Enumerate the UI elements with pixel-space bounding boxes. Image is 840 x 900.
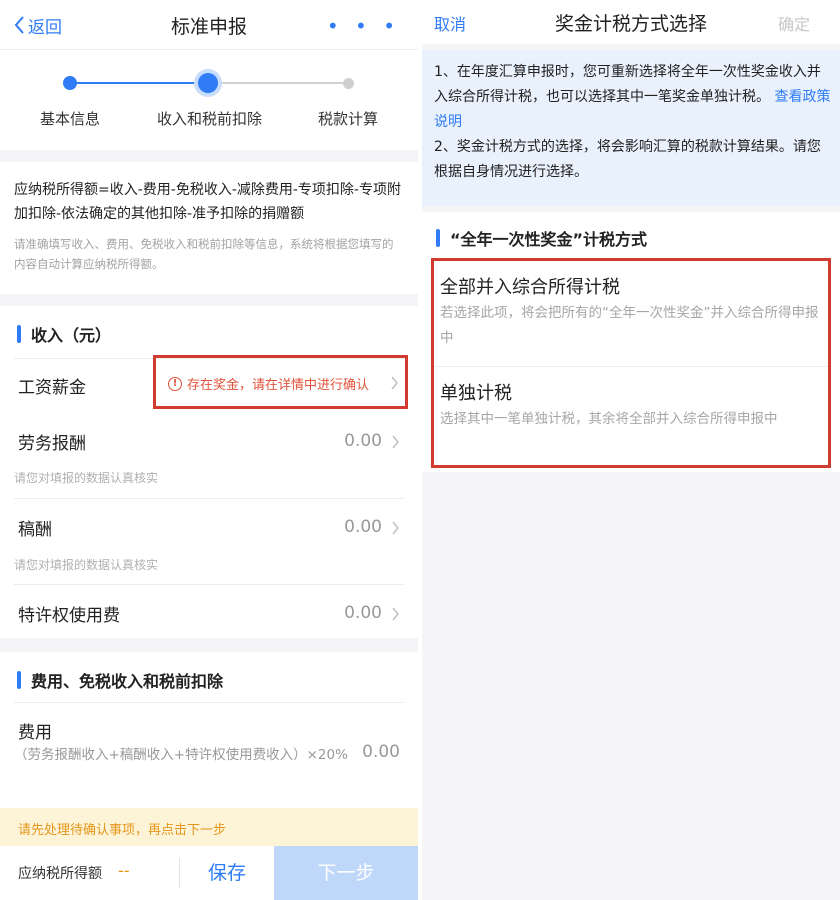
tax-method-title-text: “全年一次性奖金”计税方式	[450, 230, 648, 249]
section-marker	[436, 229, 440, 247]
step-track-done	[70, 82, 208, 84]
option-merge-all[interactable]: 全部并入综合所得计税 若选择此项，将会把所有的“全年一次性奖金”并入综合所得申报…	[434, 261, 828, 366]
income-row-labor[interactable]: 劳务报酬 0.00 请您对填报的数据认真核实	[14, 412, 404, 498]
option-separate-desc: 选择其中一笔单独计税，其余将全部并入综合所得申报中	[440, 411, 778, 427]
expense-value: 0.00	[362, 742, 400, 762]
option-separate-title: 单独计税	[440, 383, 512, 404]
section-marker	[17, 671, 21, 689]
formula-card: 应纳税所得额=收入-费用-免税收入-减除费用-专项扣除-专项附加扣除-依法确定的…	[0, 162, 418, 294]
progress-stepper: 基本信息 收入和税前扣除 税款计算	[0, 50, 418, 150]
salary-label: 工资薪金	[18, 378, 86, 398]
info-paragraph-1: 1、在年度汇算申报时，您可重新选择将全年一次性奖金收入并入综合所得计税，也可以选…	[434, 60, 832, 135]
taxable-income-label: 应纳税所得额	[18, 866, 102, 882]
bottom-action-bar: 应纳税所得额 -- 保存 下一步	[0, 846, 418, 900]
taxable-income-value: --	[118, 861, 130, 880]
labor-label: 劳务报酬	[18, 434, 86, 454]
tax-method-title: “全年一次性奖金”计税方式	[436, 226, 647, 250]
expense-section-title: 费用、免税收入和税前扣除	[17, 668, 223, 692]
step-track-pending	[208, 82, 348, 84]
option-separate[interactable]: 单独计税 选择其中一笔单独计税，其余将全部并入综合所得申报中	[434, 367, 828, 465]
expense-title-text: 费用、免税收入和税前扣除	[31, 672, 224, 691]
chevron-right-icon	[392, 435, 399, 449]
nav-header: 取消 奖金计税方式选择 确定	[422, 0, 840, 44]
taxable-income-formula: 应纳税所得额=收入-费用-免税收入-减除费用-专项扣除-专项附加扣除-依法确定的…	[14, 182, 401, 222]
bonus-warning: ! 存在奖金，请在详情中进行确认	[168, 374, 369, 393]
bonus-tax-method-screen: 取消 奖金计税方式选择 确定 1、在年度汇算申报时，您可重新选择将全年一次性奖金…	[422, 0, 840, 900]
royalty-label: 稿酬	[18, 520, 52, 540]
income-row-franchise[interactable]: 特许权使用费 0.00	[14, 584, 404, 638]
step-label-tax-calc: 税款计算	[318, 110, 379, 128]
tax-method-section: “全年一次性奖金”计税方式 全部并入综合所得计税 若选择此项，将会把所有的“全年…	[422, 212, 840, 472]
chevron-right-icon	[391, 376, 398, 390]
franchise-value: 0.00	[344, 603, 382, 623]
confirm-button[interactable]: 确定	[778, 11, 810, 35]
nav-header: 返回 标准申报 • • •	[0, 0, 418, 50]
income-title-text: 收入（元）	[31, 326, 112, 345]
save-button[interactable]: 保存	[180, 846, 274, 900]
franchise-label: 特许权使用费	[18, 606, 120, 626]
step-dot-done	[63, 76, 77, 90]
exclamation-circle-icon: !	[168, 376, 182, 391]
chevron-right-icon	[392, 521, 399, 535]
royalty-value: 0.00	[344, 517, 382, 537]
income-section-title: 收入（元）	[17, 322, 111, 346]
labor-value: 0.00	[344, 431, 382, 451]
royalty-hint: 请您对填报的数据认真核实	[14, 558, 159, 572]
option-merge-all-title: 全部并入综合所得计税	[440, 277, 620, 298]
chevron-right-icon	[392, 607, 399, 621]
section-marker	[17, 325, 21, 343]
info-paragraph-2: 2、奖金计税方式的选择，将会影响汇算的税款计算结果。请您根据自身情况进行选择。	[434, 139, 821, 180]
standard-declaration-screen: 返回 标准申报 • • • 基本信息 收入和税前扣除 税款计算 应纳税所得额=收…	[0, 0, 418, 900]
bonus-warning-highlight[interactable]: ! 存在奖金，请在详情中进行确认	[153, 355, 408, 409]
labor-hint: 请您对填报的数据认真核实	[14, 471, 159, 485]
income-section: 收入（元） 工资薪金 ! 存在奖金，请在详情中进行确认 劳务报酬 0.00 请您…	[0, 306, 418, 638]
formula-hint: 请准确填写收入、费用、免税收入和税前扣除等信息，系统将根据您填写的内容自动计算应…	[14, 237, 394, 271]
expense-label: 费用	[18, 723, 52, 743]
bonus-warning-text: 存在奖金，请在详情中进行确认	[187, 378, 370, 393]
step-dot-pending	[343, 78, 354, 89]
step-label-basic-info: 基本信息	[40, 110, 101, 128]
pending-notice: 请先处理待确认事项，再点击下一步	[0, 808, 418, 846]
more-menu-button[interactable]: • • •	[327, 14, 400, 38]
expense-row[interactable]: 费用 （劳务报酬收入+稿酬收入+特许权使用费收入）×20% 0.00	[14, 702, 404, 802]
policy-info-box: 1、在年度汇算申报时，您可重新选择将全年一次性奖金收入并入综合所得计税，也可以选…	[422, 50, 840, 206]
next-step-button[interactable]: 下一步	[274, 846, 418, 900]
info-text-1: 1、在年度汇算申报时，您可重新选择将全年一次性奖金收入并入综合所得计税，也可以选…	[434, 64, 821, 105]
income-row-royalty[interactable]: 稿酬 0.00 请您对填报的数据认真核实	[14, 498, 404, 584]
expense-section: 费用、免税收入和税前扣除 费用 （劳务报酬收入+稿酬收入+特许权使用费收入）×2…	[0, 652, 418, 808]
option-merge-all-desc: 若选择此项，将会把所有的“全年一次性奖金”并入综合所得申报中	[440, 305, 819, 346]
step-label-income: 收入和税前扣除	[157, 110, 263, 128]
expense-formula: （劳务报酬收入+稿酬收入+特许权使用费收入）×20%	[14, 747, 348, 763]
step-dot-current	[198, 73, 218, 93]
tax-method-options-highlight: 全部并入综合所得计税 若选择此项，将会把所有的“全年一次性奖金”并入综合所得申报…	[431, 258, 831, 468]
